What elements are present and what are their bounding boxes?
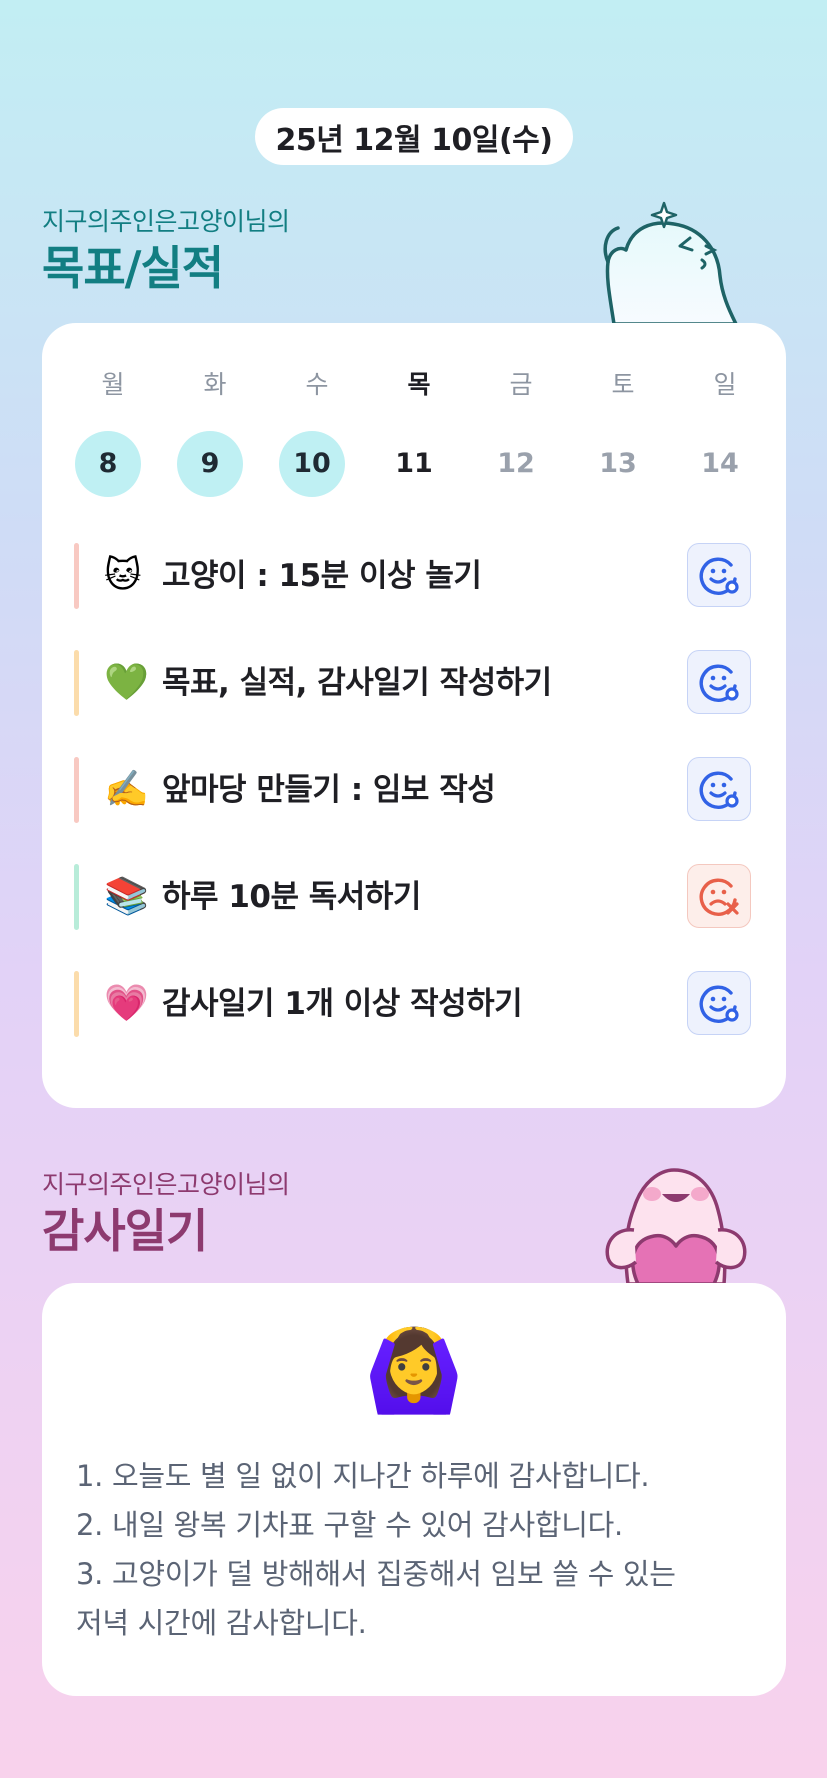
ghost-mascot-illustration xyxy=(603,201,738,324)
heart-mascot-illustration xyxy=(605,1168,747,1284)
smile-face-icon xyxy=(699,664,739,702)
sad-face-x-icon xyxy=(699,878,739,916)
weekday-label: 수 xyxy=(305,370,329,399)
day-number[interactable]: 13 xyxy=(585,431,651,497)
goal-text: 고양이 : 15분 이상 놀기 xyxy=(162,558,482,594)
goal-color-bar xyxy=(74,650,79,716)
goal-color-bar xyxy=(74,757,79,823)
weekday-label: 일 xyxy=(713,370,737,399)
goal-color-bar xyxy=(74,971,79,1037)
day-number[interactable]: 12 xyxy=(483,431,549,497)
diary-line: 2. 내일 왕복 기차표 구할 수 있어 감사합니다. xyxy=(76,1508,623,1542)
day-number[interactable]: 14 xyxy=(687,431,753,497)
goals-title: 목표/실적 xyxy=(42,241,224,295)
goal-item: 🐱 고양이 : 15분 이상 놀기 xyxy=(74,543,754,609)
weekday-label: 화 xyxy=(203,370,227,399)
goal-text: 하루 10분 독서하기 xyxy=(162,879,421,915)
diary-line: 3. 고양이가 덜 방해해서 집중해서 임보 쓸 수 있는 xyxy=(76,1557,676,1591)
day-number[interactable]: 11 xyxy=(381,431,447,497)
weekday-label: 월 xyxy=(101,370,125,399)
day-number[interactable]: 10 xyxy=(279,431,345,497)
goal-color-bar xyxy=(74,543,79,609)
diary-card: 🙆‍♀️ 1. 오늘도 별 일 없이 지나간 하루에 감사합니다. 2. 내일 … xyxy=(42,1283,786,1696)
goal-text: 앞마당 만들기 : 임보 작성 xyxy=(162,772,496,808)
books-emoji-icon: 📚 xyxy=(104,876,149,917)
day-number[interactable]: 9 xyxy=(177,431,243,497)
status-achieved-button[interactable] xyxy=(687,543,751,607)
status-achieved-button[interactable] xyxy=(687,757,751,821)
goal-text: 목표, 실적, 감사일기 작성하기 xyxy=(162,665,552,701)
diary-line: 1. 오늘도 별 일 없이 지나간 하루에 감사합니다. xyxy=(76,1459,650,1493)
goals-card: 월 화 수 목 금 토 일 8 9 10 11 12 13 14 🐱 고양이 :… xyxy=(42,323,786,1108)
weekday-label: 금 xyxy=(509,370,533,399)
smile-face-icon xyxy=(699,771,739,809)
green-heart-emoji-icon: 💚 xyxy=(104,662,149,703)
writing-hand-emoji-icon: ✍️ xyxy=(104,769,149,810)
goal-item: 💚 목표, 실적, 감사일기 작성하기 xyxy=(74,650,754,716)
status-achieved-button[interactable] xyxy=(687,971,751,1035)
goal-item: 📚 하루 10분 독서하기 xyxy=(74,864,754,930)
weekday-label: 목 xyxy=(407,370,431,399)
goal-color-bar xyxy=(74,864,79,930)
goal-text: 감사일기 1개 이상 작성하기 xyxy=(162,986,523,1022)
smile-face-icon xyxy=(699,557,739,595)
cat-emoji-icon: 🐱 xyxy=(104,555,142,596)
diary-line: 저녁 시간에 감사합니다. xyxy=(76,1606,367,1640)
goal-item: ✍️ 앞마당 만들기 : 임보 작성 xyxy=(74,757,754,823)
pink-heart-emoji-icon: 💗 xyxy=(104,983,149,1024)
status-missed-button[interactable] xyxy=(687,864,751,928)
date-label[interactable]: 25년 12월 10일(수) xyxy=(255,108,573,165)
smile-face-icon xyxy=(699,985,739,1023)
day-number[interactable]: 8 xyxy=(75,431,141,497)
ok-gesture-emoji-icon: 🙆‍♀️ xyxy=(364,1324,464,1417)
diary-title: 감사일기 xyxy=(42,1204,208,1258)
weekday-label: 토 xyxy=(611,370,635,399)
status-achieved-button[interactable] xyxy=(687,650,751,714)
goal-item: 💗 감사일기 1개 이상 작성하기 xyxy=(74,971,754,1037)
